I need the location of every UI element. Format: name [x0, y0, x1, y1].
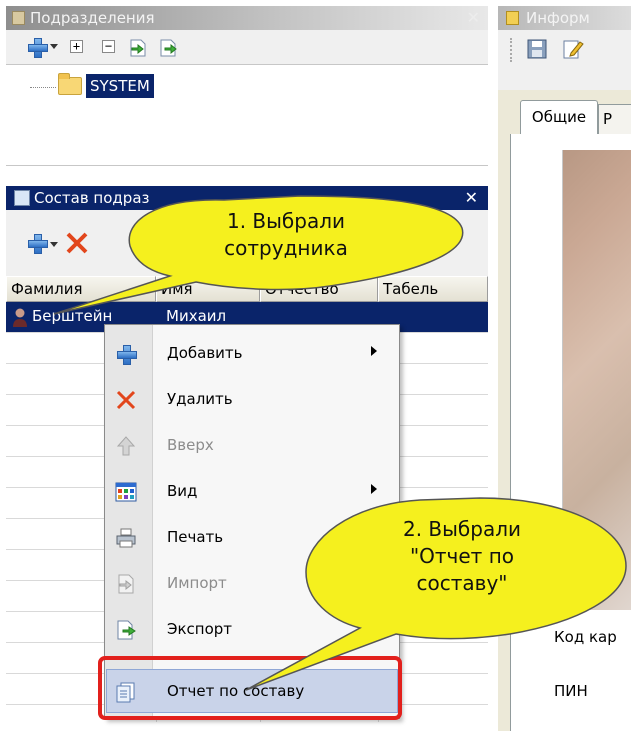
- printer-icon: [115, 527, 137, 549]
- toolbar-grip: [510, 38, 512, 62]
- delete-button[interactable]: [64, 230, 90, 256]
- menu-item-label: Импорт: [167, 574, 227, 592]
- menu-item-label: Экспорт: [167, 620, 233, 638]
- plus-icon: [115, 343, 137, 365]
- highlight-frame: [98, 656, 402, 720]
- departments-tree: SYSTEM: [6, 64, 488, 166]
- panel-icon: [12, 11, 25, 25]
- menu-item-print[interactable]: Печать: [105, 515, 399, 561]
- up-arrow-icon: [115, 435, 137, 457]
- chevron-down-icon[interactable]: [50, 44, 58, 49]
- menu-item-label: Добавить: [167, 344, 243, 362]
- menu-item-add[interactable]: Добавить: [105, 331, 399, 377]
- menu-item-label: Вид: [167, 482, 198, 500]
- edit-button[interactable]: [562, 38, 584, 60]
- delete-x-icon: [115, 389, 137, 411]
- label-pin: ПИН: [554, 682, 588, 700]
- label-card-code: Код кар: [554, 628, 617, 646]
- expand-all-button[interactable]: +: [70, 40, 83, 53]
- import-button[interactable]: [128, 38, 146, 57]
- column-patronymic[interactable]: Отчество: [260, 276, 378, 302]
- import-icon: [115, 573, 137, 595]
- info-panel-title: Информ: [498, 6, 631, 30]
- departments-toolbar: + −: [6, 30, 488, 64]
- column-tabel[interactable]: Табель: [378, 276, 488, 302]
- menu-item-view[interactable]: Вид: [105, 469, 399, 515]
- employee-photo: [562, 150, 631, 610]
- close-icon[interactable]: ✕: [465, 188, 478, 207]
- departments-panel-title: Подразделения ✕: [6, 6, 488, 30]
- column-surname[interactable]: Фамилия: [6, 276, 156, 302]
- staff-panel-title: Состав подраз ✕: [6, 186, 488, 210]
- cell-surname: Берштейн: [32, 307, 113, 325]
- info-toolbar: [498, 30, 631, 90]
- menu-item-import[interactable]: Импорт: [105, 561, 399, 607]
- person-icon: [12, 307, 28, 327]
- departments-panel-title-text: Подразделения: [30, 9, 155, 27]
- info-panel-icon: [506, 11, 519, 25]
- folder-icon: [58, 73, 82, 95]
- view-grid-icon: [115, 481, 137, 503]
- info-panel-title-text: Информ: [526, 9, 590, 27]
- column-name[interactable]: Имя: [156, 276, 260, 302]
- close-icon[interactable]: ✕: [467, 8, 480, 27]
- menu-item-label: Вверх: [167, 436, 214, 454]
- submenu-arrow-icon: [371, 346, 377, 356]
- tab-general[interactable]: Общие: [520, 100, 598, 134]
- staff-toolbar: [6, 210, 488, 276]
- add-button[interactable]: [28, 234, 48, 254]
- export-button[interactable]: [158, 38, 177, 57]
- grid-icon: [14, 190, 30, 206]
- collapse-all-button[interactable]: −: [102, 40, 115, 53]
- tree-connector: [30, 87, 56, 88]
- menu-item-export[interactable]: Экспорт: [105, 607, 399, 653]
- menu-item-delete[interactable]: Удалить: [105, 377, 399, 423]
- tab-second[interactable]: Р: [598, 104, 631, 134]
- add-button[interactable]: [28, 38, 48, 58]
- export-icon: [115, 619, 137, 641]
- chevron-down-icon[interactable]: [50, 242, 58, 247]
- cell-name: Михаил: [166, 307, 227, 325]
- menu-item-label: Удалить: [167, 390, 233, 408]
- tree-node-system[interactable]: SYSTEM: [86, 74, 154, 98]
- save-button[interactable]: [526, 38, 548, 60]
- staff-grid-header: Фамилия Имя Отчество Табель: [6, 276, 488, 302]
- staff-panel-title-text: Состав подраз: [34, 189, 150, 207]
- submenu-arrow-icon: [371, 484, 377, 494]
- menu-item-label: Печать: [167, 528, 224, 546]
- menu-item-up[interactable]: Вверх: [105, 423, 399, 469]
